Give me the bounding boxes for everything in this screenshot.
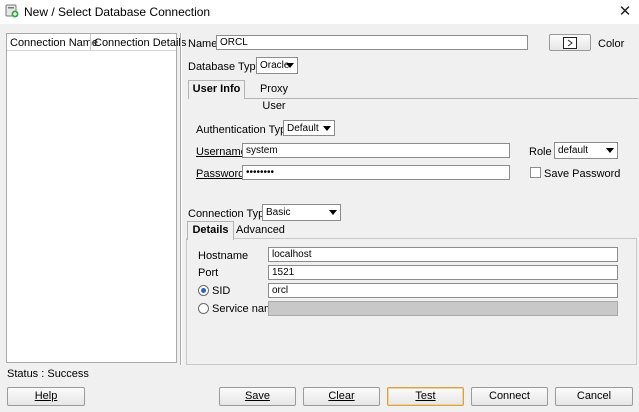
tab-user-info[interactable]: User Info xyxy=(188,80,245,99)
close-icon[interactable]: ✕ xyxy=(614,1,636,23)
port-label: Port xyxy=(198,267,219,279)
connections-list[interactable]: Connection Name Connection Details xyxy=(6,33,186,363)
port-input[interactable]: 1521 xyxy=(268,265,618,280)
clear-button[interactable]: Clear xyxy=(303,387,380,406)
cancel-button[interactable]: Cancel xyxy=(555,387,633,406)
authentication-type-value: Default xyxy=(287,123,319,134)
save-password-label[interactable]: Save Password xyxy=(544,168,620,180)
sid-radio[interactable] xyxy=(198,285,209,296)
database-type-label: Database Type xyxy=(188,61,262,73)
title-bar: New / Select Database Connection ✕ xyxy=(0,0,639,24)
role-value: default xyxy=(558,145,589,156)
username-input[interactable]: system xyxy=(242,143,510,158)
name-label: Name xyxy=(188,38,218,50)
chevron-down-icon xyxy=(329,210,337,215)
chevron-down-icon xyxy=(323,126,331,131)
help-button[interactable]: Help xyxy=(7,387,85,406)
column-header-connection-name[interactable]: Connection Name xyxy=(10,37,98,49)
password-input[interactable]: •••••••• xyxy=(242,165,510,180)
role-select[interactable]: default xyxy=(554,142,618,159)
connection-type-select[interactable]: Basic xyxy=(262,204,341,221)
authentication-type-select[interactable]: Default xyxy=(283,120,335,136)
database-type-select[interactable]: Oracle xyxy=(256,57,298,74)
color-label: Color xyxy=(598,38,625,50)
name-input[interactable]: ORCL xyxy=(216,35,528,50)
help-button-label: Help xyxy=(34,390,58,402)
test-button[interactable]: Test xyxy=(387,387,464,406)
chevron-down-icon xyxy=(286,63,294,68)
connect-button-label: Connect xyxy=(489,390,530,402)
save-password-checkbox[interactable] xyxy=(530,167,541,178)
window-title: New / Select Database Connection xyxy=(24,5,211,19)
role-label: Role xyxy=(529,146,552,158)
username-label: Username xyxy=(196,146,247,158)
hostname-input[interactable]: localhost xyxy=(268,247,618,262)
sid-label[interactable]: SID xyxy=(212,285,230,297)
column-header-connection-details[interactable]: Connection Details xyxy=(94,37,186,49)
clear-button-label: Clear xyxy=(328,390,355,402)
service-name-input xyxy=(268,301,618,316)
color-picker-button[interactable] xyxy=(549,34,591,51)
test-button-label: Test xyxy=(415,390,436,402)
color-swatch-icon xyxy=(563,37,577,49)
sid-input[interactable]: orcl xyxy=(268,283,618,298)
hostname-label: Hostname xyxy=(198,250,249,262)
database-new-icon xyxy=(5,4,19,18)
tab-strip-border xyxy=(245,98,638,99)
connection-type-value: Basic xyxy=(266,207,291,218)
cancel-button-label: Cancel xyxy=(576,390,612,402)
split-divider[interactable] xyxy=(180,33,182,365)
connection-type-label: Connection Type xyxy=(188,208,271,220)
tab-advanced[interactable]: Advanced xyxy=(236,222,285,239)
status-text: Status : Success xyxy=(7,368,89,380)
tab-proxy-user[interactable]: Proxy User xyxy=(247,81,301,112)
connect-button[interactable]: Connect xyxy=(471,387,548,406)
chevron-down-icon xyxy=(606,148,614,153)
password-label: Password xyxy=(196,168,245,180)
connections-list-header: Connection Name Connection Details xyxy=(7,34,186,51)
save-button-label: Save xyxy=(244,390,271,402)
tab-details[interactable]: Details xyxy=(187,221,234,240)
column-divider[interactable] xyxy=(90,34,91,51)
authentication-type-label: Authentication Type xyxy=(196,124,293,136)
service-name-radio[interactable] xyxy=(198,303,209,314)
save-button[interactable]: Save xyxy=(219,387,296,406)
